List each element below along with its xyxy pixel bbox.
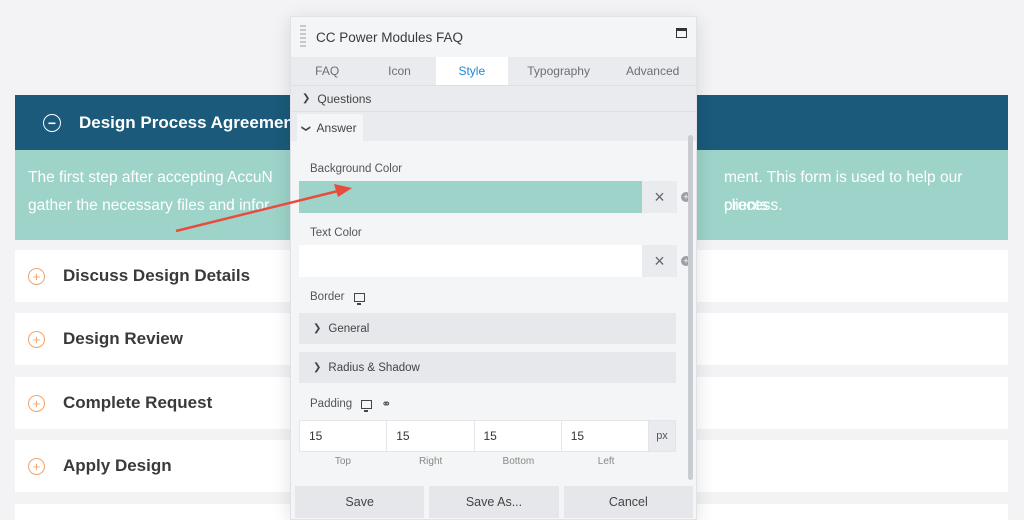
chevron-down-icon: ❯ — [301, 124, 312, 132]
panel-title: CC Power Modules FAQ — [316, 29, 464, 45]
padding-right-input[interactable]: 15 — [387, 421, 475, 451]
border-radius-shadow-group[interactable]: ❯ Radius & Shadow — [299, 352, 676, 383]
answer-text-line1: The first step after accepting AccuN — [28, 169, 273, 186]
faq-item-title: Design Review — [63, 329, 183, 348]
text-color-label: Text Color — [310, 227, 362, 239]
padding-inputs: 15 15 15 15 px — [299, 420, 676, 452]
section-answer-bar: ❯ Answer — [291, 111, 696, 142]
save-button[interactable]: Save — [295, 486, 425, 518]
save-as-button[interactable]: Save As... — [429, 486, 559, 518]
text-color-swatch[interactable] — [299, 245, 642, 277]
tab-advanced[interactable]: Advanced — [609, 57, 696, 85]
padding-left-input[interactable]: 15 — [562, 421, 649, 451]
padding-labels: Top Right Bottom Left — [299, 456, 650, 467]
padding-bottom-input[interactable]: 15 — [475, 421, 562, 451]
chevron-right-icon: ❯ — [302, 93, 311, 104]
border-general-label: General — [328, 322, 370, 335]
close-icon[interactable]: × — [642, 245, 677, 277]
text-color-field: × + — [299, 245, 691, 277]
settings-panel: CC Power Modules FAQ FAQ Icon Style Typo… — [290, 16, 697, 520]
monitor-icon[interactable] — [353, 292, 365, 305]
answer-text-line2: gather the necessary files and infor — [28, 197, 270, 214]
close-icon[interactable]: × — [642, 181, 677, 213]
padding-top-input[interactable]: 15 — [300, 421, 388, 451]
border-label: Border — [310, 291, 345, 303]
padding-bottom-label: Bottom — [502, 456, 535, 467]
background-color-field: × + — [299, 181, 691, 213]
unlink-icon[interactable]: ⚭ — [381, 397, 391, 411]
background-color-swatch[interactable] — [299, 181, 642, 213]
section-answer-label: Answer — [316, 121, 357, 135]
faq-open-title: Design Process Agreement — [79, 112, 300, 132]
chevron-right-icon: ❯ — [313, 323, 322, 334]
plus-circle-icon: + — [28, 394, 45, 412]
faq-item-title: Discuss Design Details — [63, 266, 251, 285]
tab-style[interactable]: Style — [435, 57, 508, 85]
faq-item-title: Apply Design — [63, 456, 172, 475]
panel-scrollbar[interactable] — [688, 135, 693, 480]
minus-circle-icon: − — [43, 113, 61, 132]
plus-circle-icon: + — [28, 267, 45, 285]
padding-right-label: Right — [418, 456, 443, 467]
padding-left-label: Left — [597, 456, 615, 467]
panel-footer: Save Save As... Cancel — [295, 486, 693, 518]
plus-circle-icon: + — [28, 457, 45, 475]
panel-tabs: FAQ Icon Style Typography Advanced — [291, 57, 696, 85]
answer-text-line2-end: process. — [724, 197, 783, 214]
maximize-icon[interactable] — [676, 28, 687, 38]
border-label-row: Border — [310, 291, 365, 305]
border-general-group[interactable]: ❯ General — [299, 313, 676, 344]
tab-typography[interactable]: Typography — [508, 57, 609, 85]
padding-top-label: Top — [334, 456, 351, 467]
section-questions-label: Questions — [317, 91, 372, 106]
plus-circle-icon: + — [28, 330, 45, 348]
monitor-icon[interactable] — [361, 399, 373, 412]
tab-faq[interactable]: FAQ — [291, 57, 363, 85]
section-questions[interactable]: ❯ Questions — [291, 85, 696, 111]
drag-handle-icon[interactable] — [300, 25, 306, 49]
padding-unit[interactable]: px — [649, 421, 675, 451]
panel-title-bar[interactable]: CC Power Modules FAQ — [291, 17, 696, 57]
padding-label-row: Padding ⚭ — [310, 397, 391, 412]
tab-icon[interactable]: Icon — [363, 57, 435, 85]
chevron-right-icon: ❯ — [313, 362, 322, 373]
padding-label: Padding — [310, 398, 353, 410]
section-answer[interactable]: ❯ Answer — [297, 114, 363, 142]
border-radius-shadow-label: Radius & Shadow — [328, 361, 420, 374]
background-color-label: Background Color — [310, 163, 403, 175]
faq-item-title: Complete Request — [63, 393, 213, 412]
cancel-button[interactable]: Cancel — [563, 486, 693, 518]
